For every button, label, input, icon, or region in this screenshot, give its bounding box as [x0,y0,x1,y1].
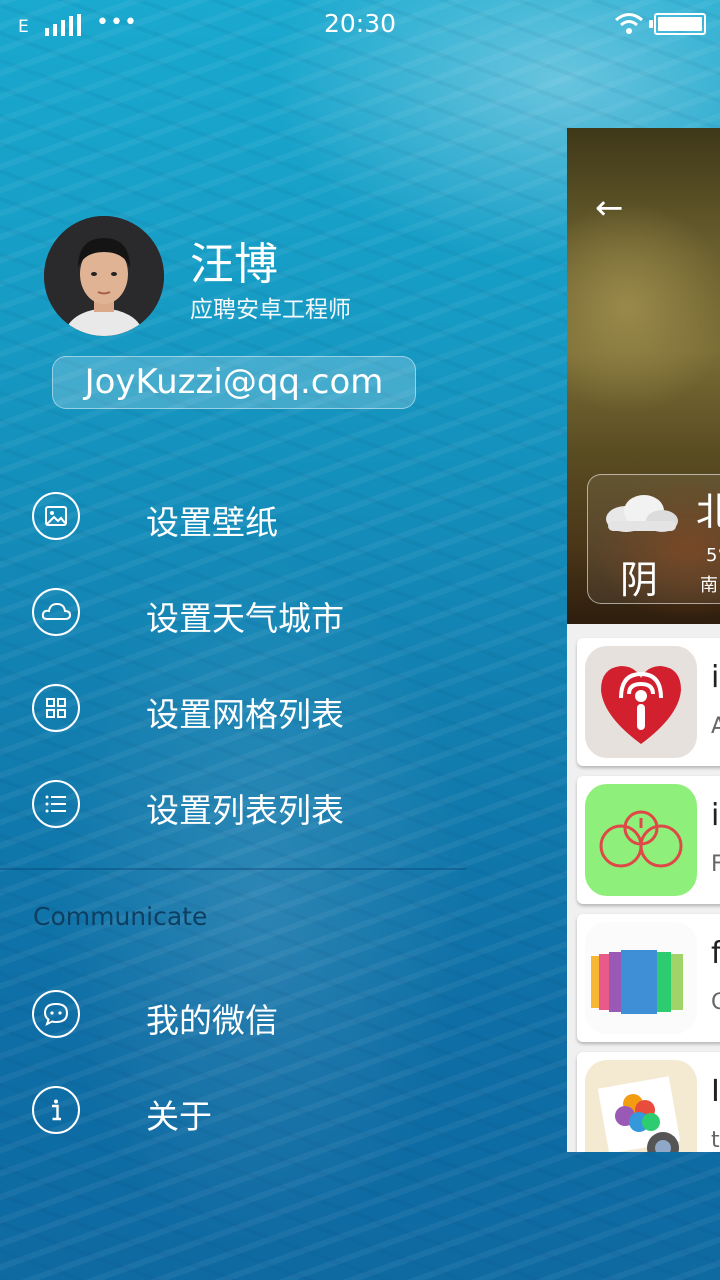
menu-item-label: 设置网格列表 [146,695,344,734]
menu-item-weather-city[interactable]: 设置天气城市 [0,576,470,648]
weather-wind: 南 [700,575,718,596]
iheart-app-icon [585,646,697,758]
header-painting-image: ← 阴 北 5° 南 [567,128,720,624]
card-title: f [711,936,720,971]
menu-item-about[interactable]: 关于 [0,1074,470,1146]
card-subtitle: t [711,1128,720,1152]
gauge-app-icon [585,784,697,896]
back-arrow-icon[interactable]: ← [595,188,624,228]
email-badge[interactable]: JoyKuzzi@qq.com [52,356,416,409]
menu-item-wallpaper[interactable]: 设置壁纸 [0,480,470,552]
app-card[interactable]: I t [577,1052,720,1152]
user-name: 汪博 [190,239,278,290]
menu-item-label: 设置壁纸 [146,503,278,542]
weather-condition: 阴 [620,558,659,602]
battery-icon [649,13,706,35]
card-subtitle: C [711,990,720,1015]
card-title: i [711,798,720,833]
menu-item-list-list[interactable]: 设置列表列表 [0,768,470,840]
user-job-title: 应聘安卓工程师 [190,297,351,323]
menu-item-label: 我的微信 [146,1001,278,1040]
card-title: i [711,660,720,695]
menu-divider [0,868,466,870]
menu-item-label: 设置列表列表 [146,791,344,830]
section-title: Communicate [33,902,208,931]
info-icon [32,1086,80,1134]
cloud-icon [32,588,80,636]
avatar[interactable] [44,216,164,336]
card-subtitle: F [711,852,720,877]
menu-item-label: 设置天气城市 [146,599,344,638]
grid-icon [32,684,80,732]
status-bar: E ••• 20:30 [0,0,720,48]
app-card[interactable]: f C [577,914,720,1042]
card-title: I [711,1074,720,1109]
clock: 20:30 [323,9,397,38]
menu-item-wechat[interactable]: 我的微信 [0,978,470,1050]
weather-city: 北 [696,490,720,534]
app-card[interactable]: i F [577,776,720,904]
weather-widget[interactable]: 阴 北 5° 南 [587,474,720,604]
wallpaper-icon [32,492,80,540]
weather-temperature: 5° [706,545,720,566]
wechat-icon [32,990,80,1038]
cloudy-weather-icon [606,495,678,532]
color-cards-app-icon [585,922,697,1034]
photos-app-icon [585,1060,697,1152]
card-subtitle: A [711,714,720,739]
menu-item-label: 关于 [146,1097,212,1136]
menu-item-grid-list[interactable]: 设置网格列表 [0,672,470,744]
list-icon [32,780,80,828]
wifi-icon [615,13,643,34]
app-card[interactable]: i A [577,638,720,766]
main-content-panel[interactable]: ← 阴 北 5° 南 i A [567,128,720,1152]
